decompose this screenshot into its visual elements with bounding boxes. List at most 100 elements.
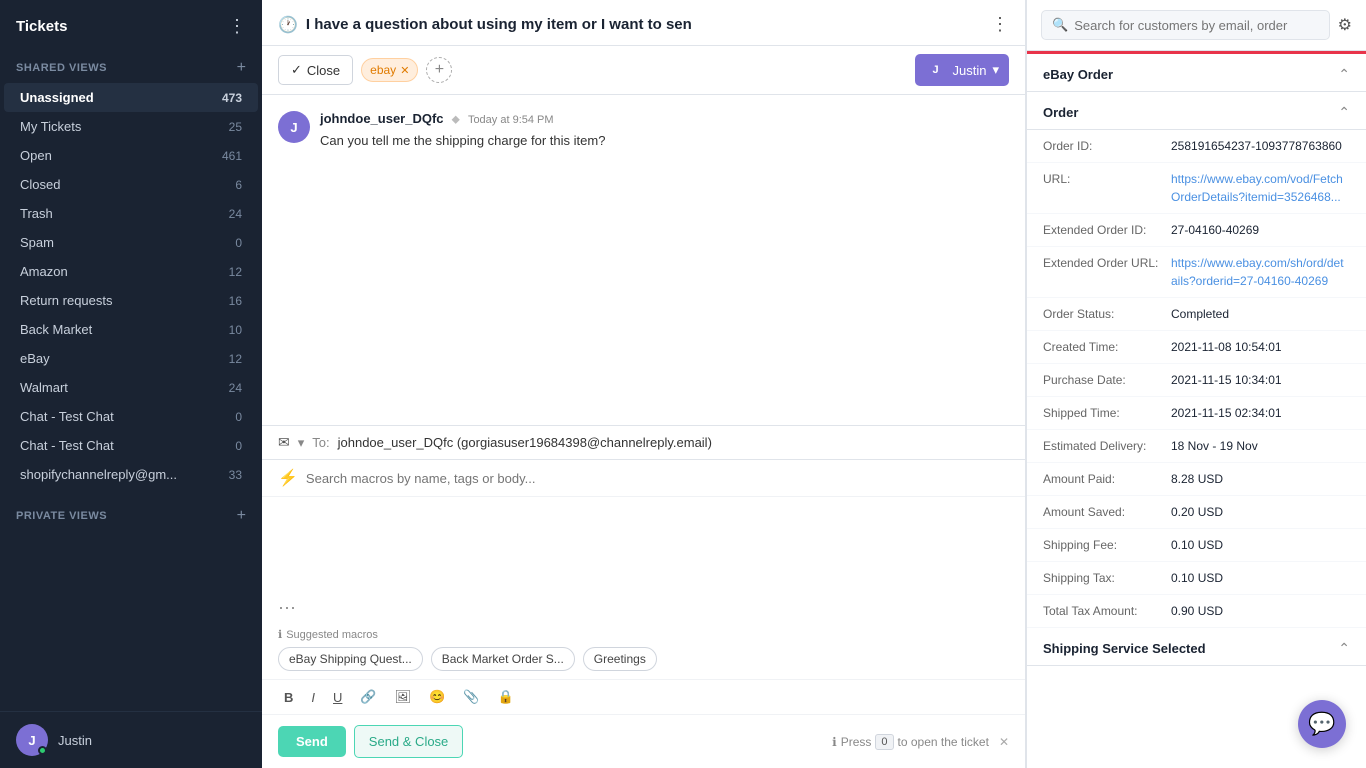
amount-saved-row: Amount Saved: 0.20 USD <box>1027 496 1366 529</box>
sidebar-item-label: My Tickets <box>20 119 229 134</box>
sidebar-item-spam[interactable]: Spam 0 <box>4 228 258 257</box>
macro-chip[interactable]: Greetings <box>583 647 657 671</box>
shipping-fee-row: Shipping Fee: 0.10 USD <box>1027 529 1366 562</box>
order-id-row: Order ID: 258191654237-1093778763860 <box>1027 130 1366 163</box>
ticket-header: 🕐 I have a question about using my item … <box>262 0 1025 46</box>
message-avatar: J <box>278 111 310 143</box>
copy-icon[interactable]: ⬥ <box>452 112 460 127</box>
sidebar-user: J Justin <box>0 711 262 768</box>
reply-box: ✉ ▾ To: johndoe_user_DQfc (gorgiasuser19… <box>262 425 1025 768</box>
ticket-menu-button[interactable]: ⋮ <box>991 14 1009 35</box>
message-header: johndoe_user_DQfc ⬥ Today at 9:54 PM <box>320 111 1009 127</box>
sidebar-item-open[interactable]: Open 461 <box>4 141 258 170</box>
collapse-order-button[interactable]: ⌃ <box>1338 104 1350 121</box>
italic-button[interactable]: I <box>305 687 321 708</box>
lock-button[interactable]: 🔒 <box>491 686 519 708</box>
message-row: J johndoe_user_DQfc ⬥ Today at 9:54 PM C… <box>278 111 1009 151</box>
assignee-button[interactable]: J Justin ▾ <box>915 54 1010 86</box>
user-avatar: J <box>16 724 48 756</box>
extended-order-url-link[interactable]: https://www.ebay.com/sh/ord/details?orde… <box>1171 256 1344 288</box>
sidebar-title: Tickets <box>16 18 67 35</box>
right-panel-top: 🔍 ⚙ <box>1027 0 1366 51</box>
send-row: Send Send & Close ℹ Press 0 to open the … <box>262 715 1025 768</box>
main-panel: 🕐 I have a question about using my item … <box>262 0 1026 768</box>
order-url-link[interactable]: https://www.ebay.com/vod/FetchOrderDetai… <box>1171 172 1343 204</box>
sidebar-item-chat-test-2[interactable]: Chat - Test Chat 0 <box>4 431 258 460</box>
shared-views-header: SHARED VIEWS + <box>0 49 262 83</box>
conversation-area: J johndoe_user_DQfc ⬥ Today at 9:54 PM C… <box>262 95 1025 425</box>
sidebar-item-count: 24 <box>229 207 242 221</box>
info-icon: ℹ <box>278 628 282 641</box>
chat-widget-button[interactable]: 💬 <box>1298 700 1346 748</box>
sidebar-item-count: 473 <box>222 91 242 105</box>
purchase-date-row: Purchase Date: 2021-11-15 10:34:01 <box>1027 364 1366 397</box>
sidebar-item-unassigned[interactable]: Unassigned 473 <box>4 83 258 112</box>
shipped-time-row: Shipped Time: 2021-11-15 02:34:01 <box>1027 397 1366 430</box>
sidebar-item-label: Closed <box>20 177 235 192</box>
ticket-toolbar: ✓ Close ebay ✕ + J Justin ▾ <box>262 46 1025 95</box>
sidebar-item-count: 0 <box>235 439 242 453</box>
amount-paid-row: Amount Paid: 8.28 USD <box>1027 463 1366 496</box>
total-tax-row: Total Tax Amount: 0.90 USD <box>1027 595 1366 628</box>
underline-button[interactable]: U <box>327 687 348 708</box>
sidebar-item-chat-test-1[interactable]: Chat - Test Chat 0 <box>4 402 258 431</box>
add-tag-button[interactable]: + <box>426 57 452 83</box>
sidebar-item-shopify[interactable]: shopifychannelreply@gm... 33 <box>4 460 258 489</box>
send-close-button[interactable]: Send & Close <box>354 725 464 758</box>
send-hint: ℹ Press 0 to open the ticket ✕ <box>832 734 1009 750</box>
customer-search-input[interactable] <box>1074 18 1318 33</box>
sidebar-item-label: Chat - Test Chat <box>20 409 235 424</box>
macro-chip[interactable]: Back Market Order S... <box>431 647 575 671</box>
message-sender: johndoe_user_DQfc <box>320 111 444 126</box>
sidebar-item-trash[interactable]: Trash 24 <box>4 199 258 228</box>
settings-button[interactable]: ⚙ <box>1338 15 1352 35</box>
close-ticket-button[interactable]: ✓ Close <box>278 55 353 85</box>
sidebar: Tickets ⋮ SHARED VIEWS + Unassigned 473 … <box>0 0 262 768</box>
order-url-row: URL: https://www.ebay.com/vod/FetchOrder… <box>1027 163 1366 214</box>
close-hint-button[interactable]: ✕ <box>999 735 1009 749</box>
macro-search-input[interactable] <box>306 471 1009 486</box>
sidebar-item-ebay[interactable]: eBay 12 <box>4 344 258 373</box>
lightning-icon: ⚡ <box>278 468 298 488</box>
macro-search-row: ⚡ <box>262 460 1025 497</box>
sidebar-item-label: Trash <box>20 206 229 221</box>
emoji-button[interactable]: 😊 <box>423 686 451 708</box>
dropdown-icon[interactable]: ▾ <box>298 435 305 451</box>
sidebar-item-return-requests[interactable]: Return requests 16 <box>4 286 258 315</box>
attach-button[interactable]: 📎 <box>457 686 485 708</box>
sidebar-item-label: shopifychannelreply@gm... <box>20 467 229 482</box>
chat-widget-icon: 💬 <box>1308 711 1335 737</box>
sidebar-item-walmart[interactable]: Walmart 24 <box>4 373 258 402</box>
sidebar-item-closed[interactable]: Closed 6 <box>4 170 258 199</box>
sidebar-item-count: 16 <box>229 294 242 308</box>
macro-chip[interactable]: eBay Shipping Quest... <box>278 647 423 671</box>
editor-expand: ··· <box>262 597 1025 622</box>
sidebar-header: Tickets ⋮ <box>0 0 262 49</box>
image-button[interactable]: 🖼 <box>389 686 418 708</box>
right-panel: 🔍 ⚙ eBay Order ⌃ Order ⌃ Order ID: 25819… <box>1026 0 1366 768</box>
tag-remove-button[interactable]: ✕ <box>400 64 409 77</box>
collapse-shipping-button[interactable]: ⌃ <box>1338 640 1350 657</box>
hint-key: 0 <box>875 734 893 750</box>
history-button[interactable]: 🕐 <box>278 15 298 35</box>
add-private-view-button[interactable]: + <box>237 507 246 525</box>
assignee-avatar: J <box>925 59 947 81</box>
sidebar-items: Unassigned 473 My Tickets 25 Open 461 Cl… <box>0 83 262 489</box>
link-button[interactable]: 🔗 <box>354 686 382 708</box>
sidebar-item-my-tickets[interactable]: My Tickets 25 <box>4 112 258 141</box>
search-icon: 🔍 <box>1052 17 1068 33</box>
sidebar-item-count: 24 <box>229 381 242 395</box>
bold-button[interactable]: B <box>278 687 299 708</box>
collapse-section-button[interactable]: ⌃ <box>1338 66 1350 83</box>
macros-section: ℹ Suggested macros eBay Shipping Quest..… <box>262 622 1025 679</box>
reply-editor[interactable] <box>262 497 1025 597</box>
order-details: Order ID: 258191654237-1093778763860 URL… <box>1027 130 1366 628</box>
send-button[interactable]: Send <box>278 726 346 757</box>
sidebar-item-label: Walmart <box>20 380 229 395</box>
sidebar-item-amazon[interactable]: Amazon 12 <box>4 257 258 286</box>
sidebar-menu-button[interactable]: ⋮ <box>228 16 246 37</box>
sidebar-item-count: 12 <box>229 265 242 279</box>
online-indicator <box>38 746 47 755</box>
sidebar-item-back-market[interactable]: Back Market 10 <box>4 315 258 344</box>
add-shared-view-button[interactable]: + <box>237 59 246 77</box>
